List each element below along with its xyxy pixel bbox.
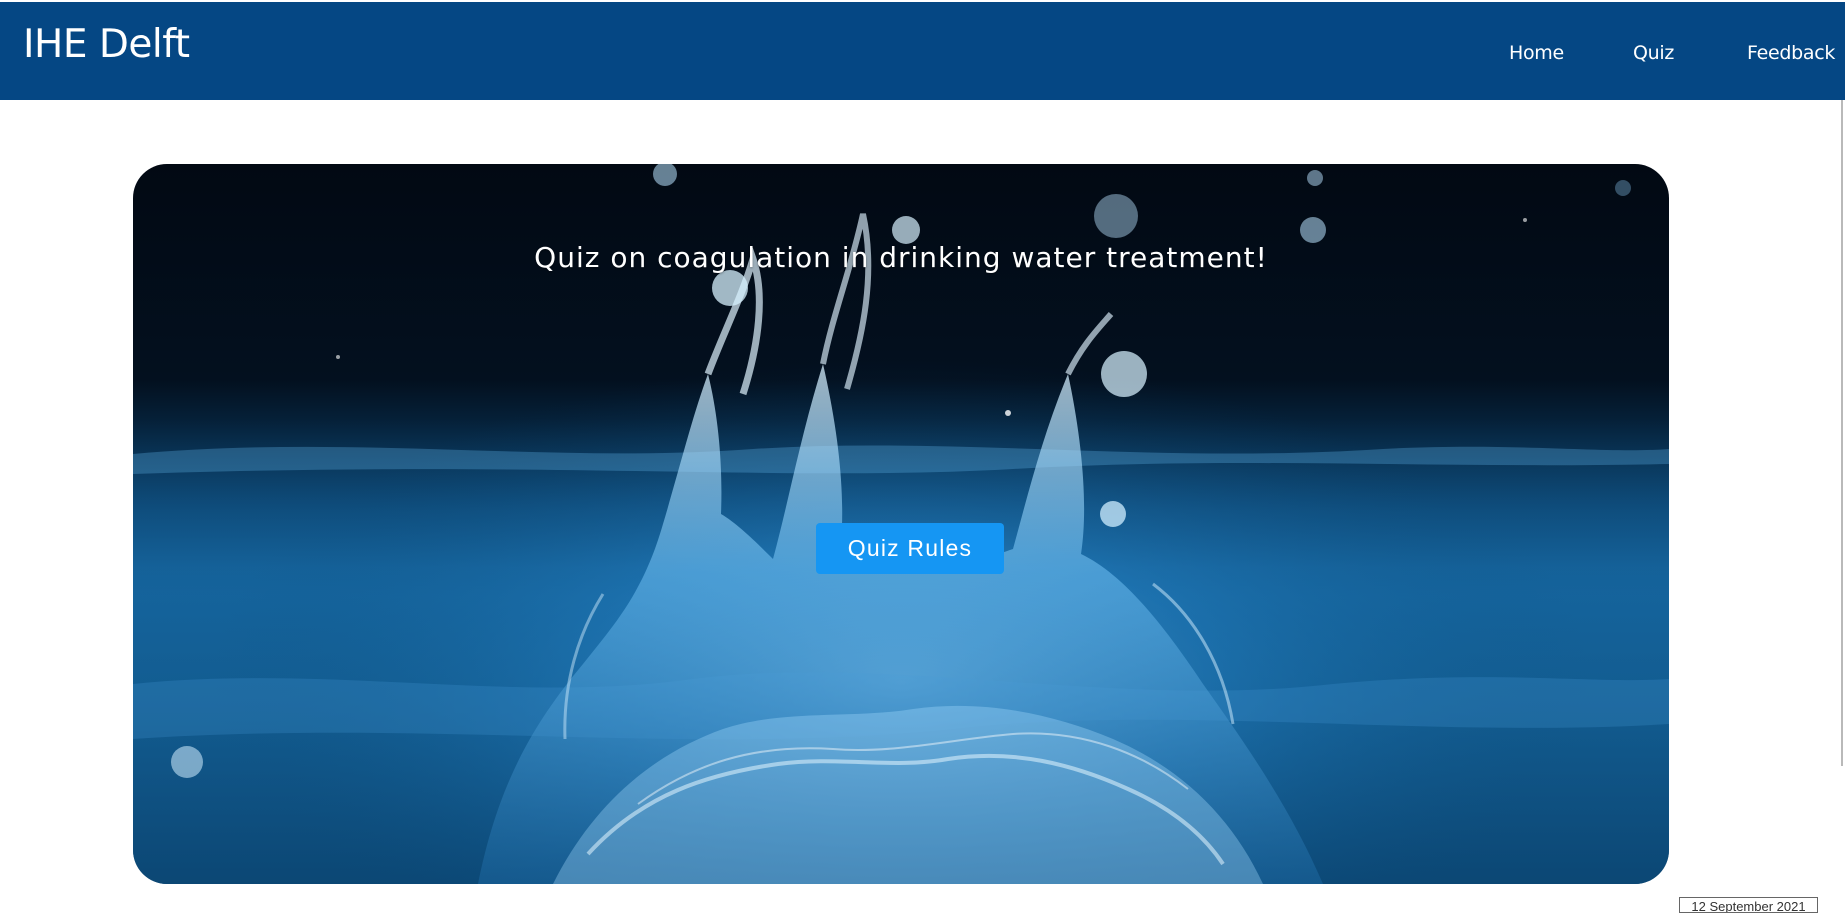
page: IHE Delft Home Quiz Feedback Quiz on coa… xyxy=(0,0,1845,915)
hero-title: Quiz on coagulation in drinking water tr… xyxy=(534,241,1268,274)
top-navbar: IHE Delft Home Quiz Feedback xyxy=(0,2,1845,100)
nav-quiz-link[interactable]: Quiz xyxy=(1633,40,1674,66)
nav-home-link[interactable]: Home xyxy=(1509,40,1564,66)
hero-banner: Quiz on coagulation in drinking water tr… xyxy=(133,164,1669,884)
nav-feedback-link[interactable]: Feedback xyxy=(1747,40,1835,66)
brand-logo[interactable]: IHE Delft xyxy=(23,21,190,69)
vertical-scrollbar[interactable] xyxy=(1841,100,1843,766)
quiz-rules-button[interactable]: Quiz Rules xyxy=(816,523,1004,574)
date-stamp: 12 September 2021 xyxy=(1679,897,1818,913)
